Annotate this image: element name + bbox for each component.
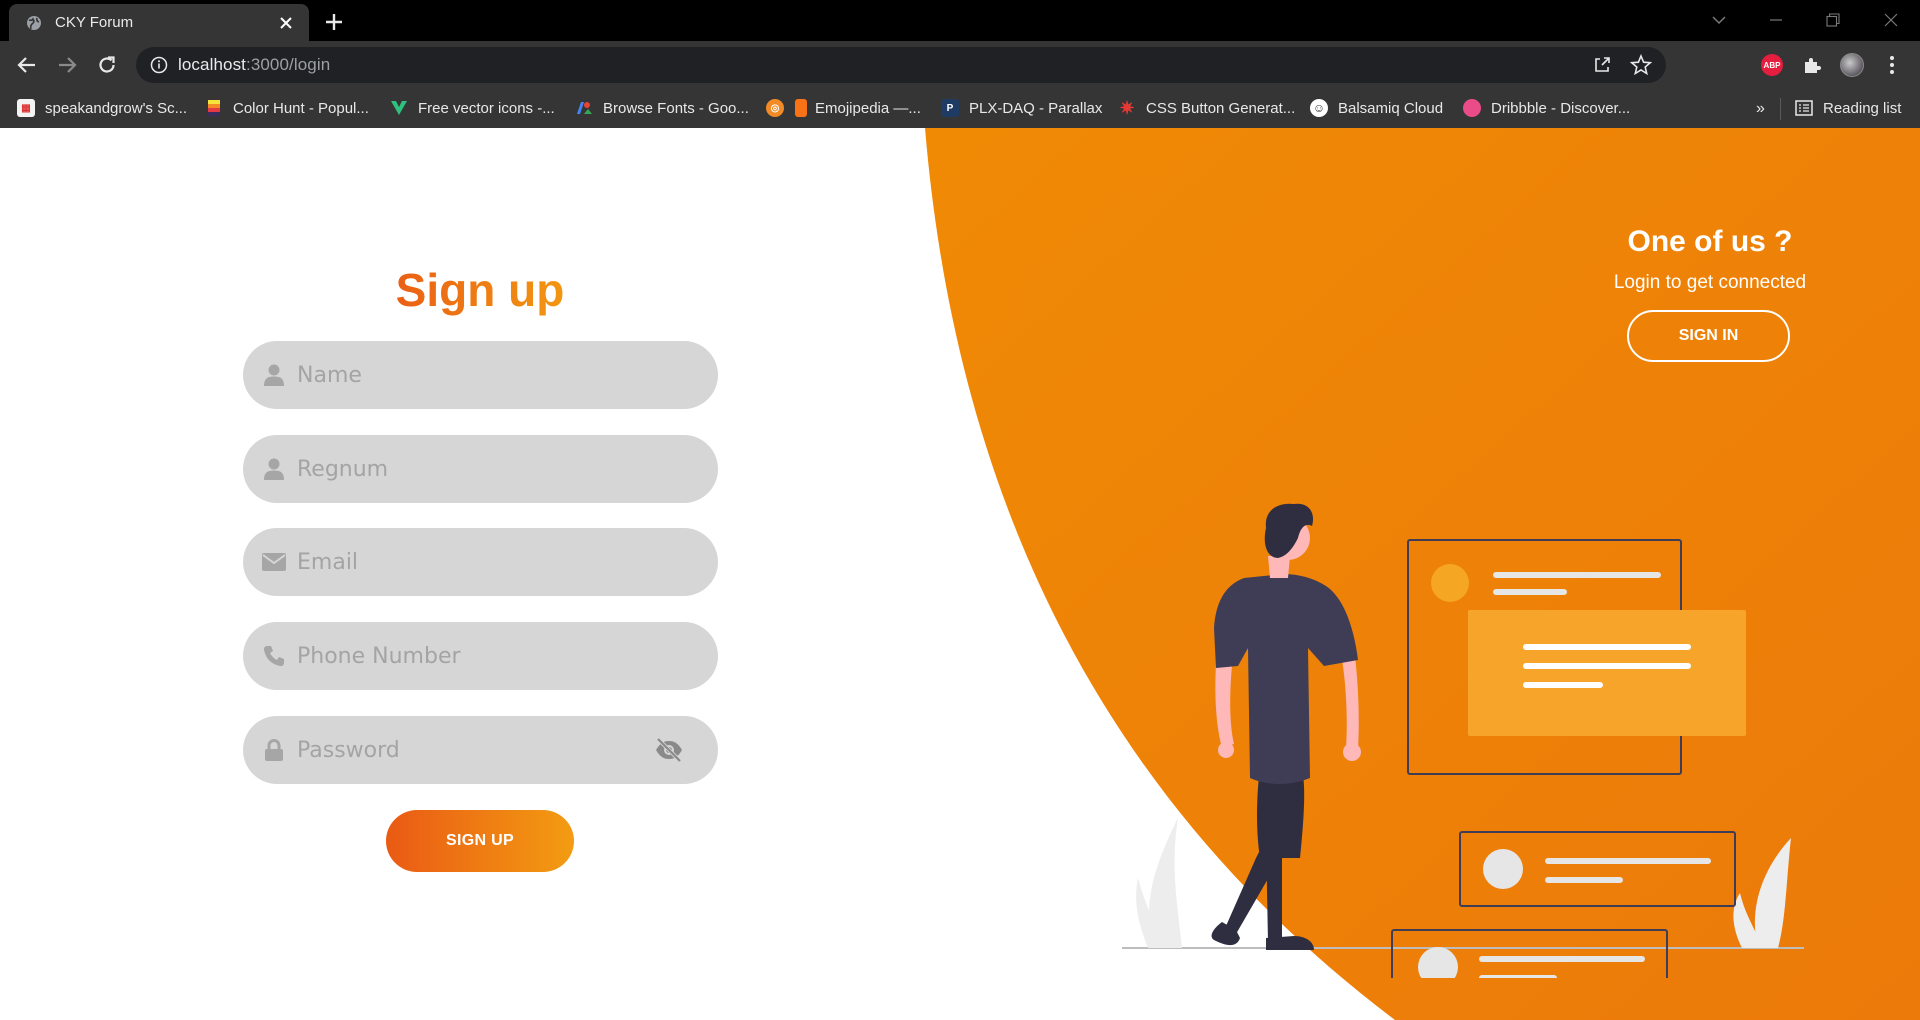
vector-icon [390, 99, 408, 117]
regnum-input[interactable] [297, 449, 637, 489]
reading-list-label: Reading list [1823, 99, 1902, 117]
email-input[interactable] [297, 542, 637, 582]
page-content: Sign up SIGN UP One of us ? [0, 128, 1920, 1020]
name-field[interactable] [243, 341, 718, 409]
bookmark-item[interactable]: Emojipedia —... [795, 95, 921, 121]
bookmark-item[interactable]: ◎ [766, 95, 788, 121]
browser-tab-strip: CKY Forum [0, 0, 1920, 41]
emojipedia-icon [795, 99, 807, 117]
dribbble-icon [1463, 99, 1481, 117]
bookmark-label: Emojipedia —... [815, 99, 921, 117]
bookmark-label: speakandgrow's Sc... [45, 99, 188, 117]
reload-icon[interactable] [95, 53, 119, 77]
bookmark-item[interactable]: Browse Fonts - Goo... [575, 95, 749, 121]
bookmark-label: Color Hunt - Popul... [233, 99, 369, 117]
site-info-icon[interactable] [150, 56, 168, 74]
menu-kebab-icon[interactable] [1880, 53, 1904, 77]
balsamiq-icon: ☺ [1310, 99, 1328, 117]
more-bookmarks-icon[interactable]: » [1756, 100, 1765, 118]
bookmark-item[interactable]: ☺ Balsamiq Cloud [1310, 95, 1443, 121]
address-bar[interactable]: localhost:3000/login [136, 47, 1666, 83]
bookmark-item[interactable]: Color Hunt - Popul... [205, 95, 369, 121]
adblock-extension-icon[interactable]: ABP [1760, 53, 1784, 77]
new-tab-icon[interactable] [322, 10, 346, 34]
bookmark-label: Dribbble - Discover... [1491, 99, 1631, 117]
phone-input[interactable] [297, 636, 637, 676]
google-fonts-icon [575, 99, 593, 117]
browser-toolbar: localhost:3000/login ABP [0, 41, 1920, 89]
regnum-field[interactable] [243, 435, 718, 503]
password-field[interactable] [243, 716, 718, 784]
signup-button[interactable]: SIGN UP [386, 810, 574, 872]
site-favicon-icon: ▦ [17, 99, 35, 117]
tab-search-icon[interactable] [1707, 8, 1731, 32]
bookmark-item[interactable]: Free vector icons -... [390, 95, 555, 121]
bookmark-item[interactable]: ▦ speakandgrow's Sc... [17, 95, 187, 121]
site-favicon-icon: ◎ [766, 99, 784, 117]
signin-heading: One of us ? [1627, 225, 1793, 258]
bookmarks-bar: ▦ speakandgrow's Sc... Color Hunt - Popul… [0, 89, 1920, 128]
adblock-label: ABP [1761, 54, 1783, 76]
color-hunt-icon [205, 99, 223, 117]
bookmark-label: Balsamiq Cloud [1338, 99, 1444, 117]
extensions-puzzle-icon[interactable] [1800, 53, 1824, 77]
signin-message: Login to get connected [1613, 272, 1807, 293]
bookmark-label: Free vector icons -... [418, 99, 555, 117]
tab-title: CKY Forum [55, 14, 134, 31]
close-window-icon[interactable] [1879, 8, 1903, 32]
email-field[interactable] [243, 528, 718, 596]
reading-list-icon [1795, 100, 1813, 116]
url-host: localhost [178, 55, 246, 74]
bookmark-label: CSS Button Generat... [1146, 99, 1296, 117]
parallax-icon: P [941, 99, 959, 117]
browser-tab[interactable]: CKY Forum [9, 4, 309, 41]
forward-icon[interactable] [55, 53, 79, 77]
person-with-chat-cards-illustration [1122, 503, 1804, 978]
bookmark-item[interactable]: P PLX-DAQ - Parallax [941, 95, 1102, 121]
envelope-icon [261, 550, 287, 574]
minimize-icon[interactable] [1764, 8, 1788, 32]
phone-field[interactable] [243, 622, 718, 690]
restore-icon[interactable] [1821, 8, 1845, 32]
user-icon [261, 363, 287, 387]
toggle-password-visibility-icon[interactable] [654, 737, 684, 763]
signin-button[interactable]: SIGN IN [1627, 310, 1790, 362]
url-path: :3000/login [246, 55, 331, 74]
lock-icon [261, 738, 287, 762]
close-tab-icon[interactable] [277, 14, 295, 32]
back-icon[interactable] [15, 53, 39, 77]
bookmarks-divider [1780, 98, 1781, 120]
bookmark-item[interactable]: ✷ CSS Button Generat... [1118, 95, 1295, 121]
bookmark-label: Browse Fonts - Goo... [603, 99, 749, 117]
standing-person [1211, 503, 1361, 950]
signup-title: Sign up [380, 263, 580, 317]
message-card-highlight [1468, 610, 1746, 736]
user-icon [261, 457, 287, 481]
url-text: localhost:3000/login [178, 55, 330, 75]
share-icon[interactable] [1592, 55, 1612, 75]
bookmark-star-icon[interactable] [1629, 53, 1653, 76]
globe-icon [25, 14, 43, 32]
reading-list-button[interactable]: Reading list [1795, 95, 1901, 121]
name-input[interactable] [297, 355, 637, 395]
bookmark-label: PLX-DAQ - Parallax [969, 99, 1103, 117]
css-button-icon: ✷ [1119, 97, 1135, 118]
plant-right [1754, 838, 1791, 948]
card-avatar-dot [1431, 564, 1469, 602]
password-input[interactable] [297, 730, 637, 770]
phone-icon [261, 644, 287, 668]
bookmark-item[interactable]: Dribbble - Discover... [1463, 95, 1630, 121]
avatar-image [1840, 53, 1864, 77]
profile-avatar[interactable] [1840, 53, 1864, 77]
